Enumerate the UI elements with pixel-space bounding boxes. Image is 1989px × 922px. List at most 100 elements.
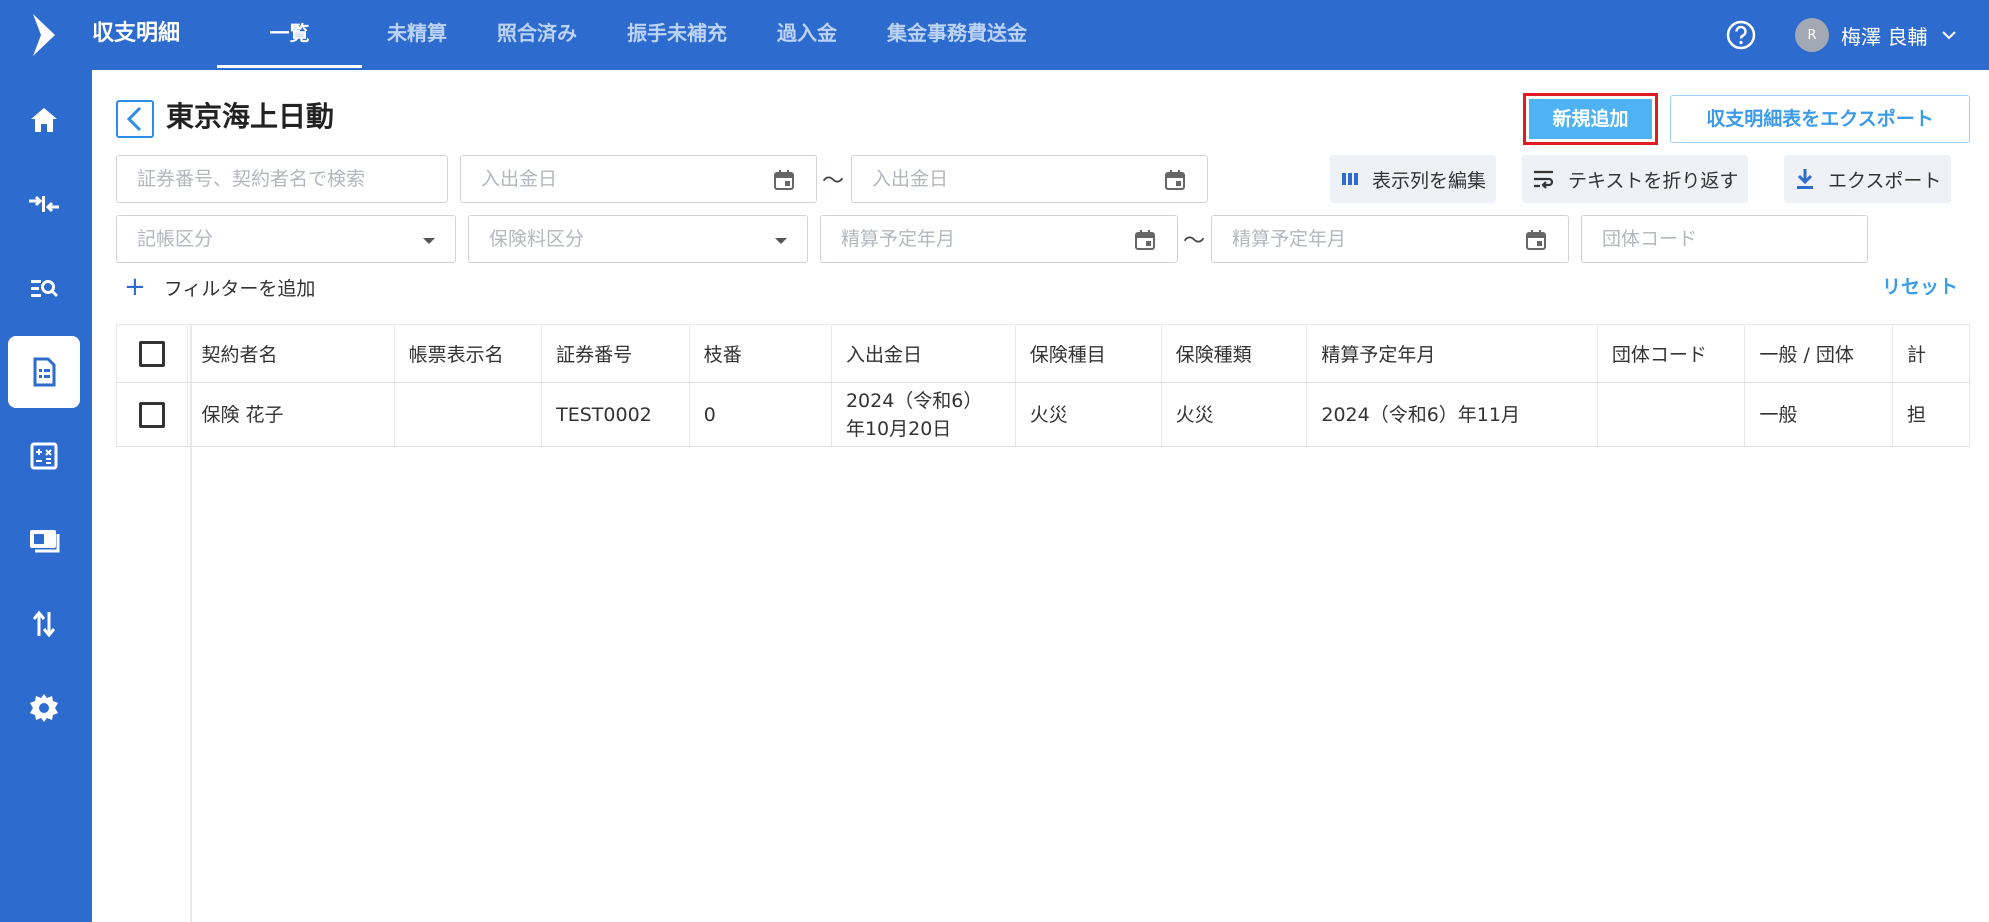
help-icon[interactable]	[1725, 19, 1757, 51]
cell-group-code	[1597, 382, 1746, 447]
deposit-date-to-field[interactable]	[851, 155, 1208, 203]
statement-table-container: 契約者名 帳票表示名 証券番号 枝番 入出金日 保険種目 保険種類 精算予定年月…	[116, 324, 1970, 922]
search-input[interactable]	[117, 156, 447, 202]
calendar-icon[interactable]	[1524, 228, 1548, 252]
group-code-field[interactable]	[1581, 215, 1868, 263]
export-report-button[interactable]: 収支明細表をエクスポート	[1670, 95, 1970, 143]
column-header[interactable]: 帳票表示名	[394, 324, 543, 383]
sidebar-item-payments[interactable]	[8, 504, 80, 576]
sidebar-item-reconcile[interactable]	[8, 168, 80, 240]
sidebar-item-home[interactable]	[8, 84, 80, 156]
premium-type-select[interactable]: 保険料区分	[468, 215, 808, 263]
table-row[interactable]: 保険 花子 TEST0002 0 2024（令和6）年10月20日 火災 火災 …	[116, 382, 1970, 447]
cell-deposit-date: 2024（令和6）年10月20日	[831, 382, 1016, 447]
column-header[interactable]: 一般 / 団体	[1744, 324, 1893, 383]
tab-overpayment[interactable]: 過入金	[752, 0, 862, 70]
calendar-icon[interactable]	[1163, 168, 1187, 192]
cell-general-group: 一般	[1744, 382, 1893, 447]
user-name: 梅澤 良輔	[1841, 24, 1928, 49]
arrows-merge-icon	[29, 195, 59, 213]
cell-policy-no: TEST0002	[541, 382, 690, 447]
column-header[interactable]: 計	[1892, 324, 1970, 383]
calendar-icon[interactable]	[1133, 228, 1157, 252]
sidebar-item-settings[interactable]	[8, 672, 80, 744]
export-button[interactable]: エクスポート	[1784, 155, 1952, 203]
tab-list[interactable]: 一覧	[217, 0, 362, 70]
column-header[interactable]: 契約者名	[187, 324, 395, 383]
row-select-cell	[116, 382, 188, 447]
home-icon	[31, 108, 57, 132]
column-header[interactable]: 証券番号	[541, 324, 690, 383]
cell-branch-no: 0	[689, 382, 832, 447]
deposit-date-from-field[interactable]	[460, 155, 817, 203]
column-header[interactable]: 保険種目	[1015, 324, 1162, 383]
tab-collection-fee[interactable]: 集金事務費送金	[862, 0, 1052, 70]
reset-link[interactable]: リセット	[1882, 272, 1958, 299]
main-tabs: 一覧 未精算 照合済み 振手未補充 過入金 集金事務費送金	[217, 0, 1052, 70]
dropdown-arrow-icon	[423, 238, 435, 244]
calculator-icon	[30, 442, 58, 470]
tab-unsettled[interactable]: 未精算	[362, 0, 472, 70]
column-header[interactable]: 団体コード	[1597, 324, 1746, 383]
cell-type: 火災	[1161, 382, 1308, 447]
wrap-text-button[interactable]: テキストを折り返す	[1522, 155, 1749, 203]
column-header[interactable]: 保険種類	[1161, 324, 1308, 383]
column-header[interactable]: 精算予定年月	[1306, 324, 1598, 383]
column-header[interactable]: 入出金日	[831, 324, 1016, 383]
month-range-separator: 〜	[1183, 229, 1206, 254]
new-add-label: 新規追加	[1529, 99, 1652, 139]
avatar: R	[1795, 18, 1829, 52]
cell-extra: 担	[1892, 382, 1970, 447]
edit-columns-button[interactable]: 表示列を編集	[1330, 155, 1497, 203]
back-button[interactable]	[116, 100, 154, 138]
chevron-left-icon	[126, 106, 142, 132]
sidebar-item-statements[interactable]	[8, 336, 80, 408]
settle-month-to-input[interactable]	[1212, 216, 1568, 262]
top-bar: 収支明細 一覧 未精算 照合済み 振手未補充 過入金 集金事務費送金 R 梅澤 …	[0, 0, 1989, 70]
tab-unreplenished[interactable]: 振手未補充	[602, 0, 752, 70]
settle-month-to-field[interactable]	[1211, 215, 1569, 263]
logo-chevron-icon[interactable]	[0, 0, 92, 70]
row-checkbox[interactable]	[138, 402, 165, 428]
document-list-icon	[33, 357, 56, 387]
chevron-down-icon	[1942, 31, 1957, 40]
money-icon	[30, 530, 60, 553]
entry-type-select[interactable]: 記帳区分	[116, 215, 456, 263]
entry-type-placeholder: 記帳区分	[137, 228, 214, 250]
date-range-separator: 〜	[822, 169, 845, 194]
sidebar-item-calculator[interactable]	[8, 420, 80, 492]
download-icon	[1797, 169, 1813, 189]
group-code-input[interactable]	[1582, 216, 1867, 262]
cell-category: 火災	[1015, 382, 1162, 447]
sidebar-item-search-list[interactable]	[8, 252, 80, 324]
sidebar-item-transfers[interactable]	[8, 588, 80, 660]
search-field[interactable]	[116, 155, 448, 203]
select-all-checkbox[interactable]	[138, 340, 165, 367]
settle-month-from-field[interactable]	[820, 215, 1178, 263]
new-add-button[interactable]: 新規追加	[1523, 93, 1658, 145]
column-header[interactable]: 枝番	[689, 324, 832, 383]
columns-icon	[1342, 173, 1358, 185]
up-down-arrows-icon	[32, 610, 56, 638]
frozen-column-divider	[190, 324, 192, 922]
add-filter-button[interactable]: + フィルターを追加	[124, 270, 315, 304]
plus-icon: +	[124, 272, 146, 302]
user-menu[interactable]: R 梅澤 良輔	[1795, 0, 1957, 70]
edit-columns-label: 表示列を編集	[1372, 169, 1487, 192]
cell-display-name	[394, 382, 543, 447]
settle-month-from-input[interactable]	[821, 216, 1177, 262]
page-title: 東京海上日動	[166, 100, 335, 133]
cell-contractor: 保険 花子	[187, 382, 395, 447]
app-title: 収支明細	[92, 21, 181, 46]
list-search-icon	[31, 280, 59, 298]
sidebar	[0, 70, 92, 922]
tab-matched[interactable]: 照合済み	[472, 0, 602, 70]
add-filter-label: フィルターを追加	[163, 277, 316, 300]
select-all-cell	[116, 324, 188, 383]
dropdown-arrow-icon	[775, 238, 787, 244]
table-header-row: 契約者名 帳票表示名 証券番号 枝番 入出金日 保険種目 保険種類 精算予定年月…	[116, 324, 1970, 383]
deposit-date-from-input[interactable]	[461, 156, 816, 202]
cell-settle-month: 2024（令和6）年11月	[1306, 382, 1598, 447]
calendar-icon[interactable]	[772, 168, 796, 192]
deposit-date-to-input[interactable]	[852, 156, 1207, 202]
